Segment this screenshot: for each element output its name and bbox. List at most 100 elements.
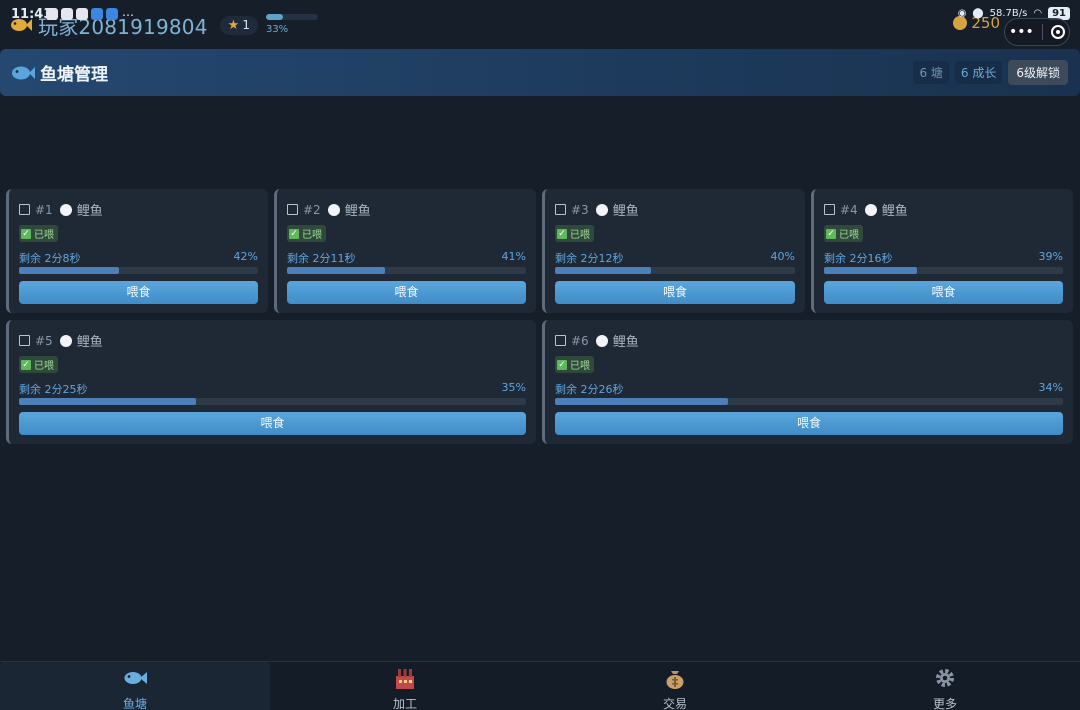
fish-name: 鲤鱼 [881, 204, 908, 219]
growth-progress-fill [19, 267, 120, 274]
growth-progress-bar [19, 398, 526, 405]
growth-progress-fill [555, 267, 651, 274]
close-target-button[interactable] [1050, 25, 1065, 39]
check-icon: ✓ [289, 228, 299, 239]
pond-card-header: #3 鲤鱼 [555, 200, 639, 219]
pond-card-header: #1 鲤鱼 [19, 200, 103, 219]
nav-label: 更多 [932, 697, 957, 710]
fish-name: 鲤鱼 [612, 335, 639, 350]
pond-number: #5 [35, 333, 53, 348]
fed-status-badge: ✓ 已喂 [824, 225, 863, 242]
pond-number: #4 [840, 202, 858, 217]
fish-indicator-icon [595, 203, 608, 216]
pond-card[interactable]: #1 鲤鱼 ✓ 已喂 剩余 2分8秒 42% 喂食 [6, 189, 268, 313]
pond-number: #3 [571, 202, 589, 217]
growth-percent: 34% [1038, 381, 1063, 394]
pond-card[interactable]: #3 鲤鱼 ✓ 已喂 剩余 2分12秒 40% 喂食 [542, 189, 805, 313]
pond-number: #2 [303, 202, 321, 217]
growth-percent: 40% [770, 250, 795, 263]
pond-select-checkbox[interactable] [19, 204, 30, 215]
nav-item-processing[interactable]: 加工 [270, 662, 540, 710]
pond-card[interactable]: #6 鲤鱼 ✓ 已喂 剩余 2分26秒 34% 喂食 [542, 320, 1073, 444]
check-icon: ✓ [557, 359, 567, 370]
fish-indicator-icon [327, 203, 340, 216]
growth-percent: 39% [1038, 250, 1063, 263]
fish-indicator-icon [864, 203, 877, 216]
fish-name: 鲤鱼 [612, 204, 639, 219]
pond-number: #6 [571, 333, 589, 348]
growth-percent: 35% [501, 381, 526, 394]
app-notification-icon [61, 8, 73, 20]
fed-status-text: 已喂 [570, 361, 590, 372]
growth-progress-fill [19, 398, 197, 405]
growth-progress-fill [287, 267, 385, 274]
feed-button[interactable]: 喂食 [555, 281, 795, 304]
pond-card[interactable]: #5 鲤鱼 ✓ 已喂 剩余 2分25秒 35% 喂食 [6, 320, 536, 444]
pond-number: #1 [35, 202, 53, 217]
growth-progress-bar [555, 398, 1063, 405]
app-root: 玩家2081919804 ★ 1 33% 250 11:43 … ◉ ⬤ 58.… [0, 0, 1080, 710]
fed-status-text: 已喂 [570, 230, 590, 241]
remaining-time: 剩余 2分8秒 [19, 252, 81, 265]
feed-button[interactable]: 喂食 [824, 281, 1063, 304]
bottom-navigation: 鱼塘 加工 交易 更多 [0, 661, 1080, 710]
nav-item-trade[interactable]: 交易 [540, 662, 810, 710]
growth-progress-bar [555, 267, 795, 274]
feed-button[interactable]: 喂食 [287, 281, 526, 304]
money-bag-icon [666, 671, 684, 689]
app-notification-icon [46, 8, 58, 20]
nav-item-fishpond[interactable]: 鱼塘 [0, 662, 270, 710]
feed-button[interactable]: 喂食 [555, 412, 1063, 435]
location-icon: ⬤ [972, 8, 984, 19]
fish-indicator-icon [59, 203, 72, 216]
check-icon: ✓ [826, 228, 836, 239]
growth-percent: 42% [233, 250, 258, 263]
pond-card-header: #6 鲤鱼 [555, 331, 639, 350]
check-icon: ✓ [21, 228, 31, 239]
remaining-time: 剩余 2分11秒 [287, 252, 356, 265]
mini-program-capsule: ••• [1004, 18, 1070, 46]
pond-select-checkbox[interactable] [555, 204, 566, 215]
check-icon: ✓ [557, 228, 567, 239]
pond-select-checkbox[interactable] [19, 335, 30, 346]
fish-indicator-icon [595, 334, 608, 347]
app-notification-icon [106, 8, 118, 20]
fish-indicator-icon [59, 334, 72, 347]
fish-name: 鲤鱼 [76, 335, 103, 350]
fed-status-text: 已喂 [34, 230, 54, 241]
feed-button[interactable]: 喂食 [19, 412, 526, 435]
remaining-time: 剩余 2分25秒 [19, 383, 88, 396]
fed-status-badge: ✓ 已喂 [287, 225, 326, 242]
fed-status-badge: ✓ 已喂 [19, 356, 58, 373]
page-title-bar: 鱼塘管理 6 塘 6 成长 6级解锁 [0, 49, 1080, 96]
pond-select-checkbox[interactable] [824, 204, 835, 215]
nav-item-more[interactable]: 更多 [810, 662, 1080, 710]
nav-label: 加工 [392, 697, 417, 710]
remaining-time: 剩余 2分16秒 [824, 252, 893, 265]
more-button[interactable]: ••• [1009, 24, 1034, 40]
fish-name: 鲤鱼 [344, 204, 371, 219]
remaining-time: 剩余 2分26秒 [555, 383, 624, 396]
feed-button[interactable]: 喂食 [19, 281, 258, 304]
pond-select-checkbox[interactable] [555, 335, 566, 346]
status-bar: 11:43 … ◉ ⬤ 58.7B/s ◠ 91 [0, 0, 1080, 30]
title-tags: 6 塘 6 成长 6级解锁 [913, 60, 1068, 85]
unlock-button[interactable]: 6级解锁 [1008, 60, 1068, 85]
growth-progress-fill [555, 398, 728, 405]
app-notification-icon [91, 8, 103, 20]
fed-status-text: 已喂 [34, 361, 54, 372]
nav-label: 交易 [662, 697, 687, 710]
remaining-time: 剩余 2分12秒 [555, 252, 624, 265]
pond-card[interactable]: #2 鲤鱼 ✓ 已喂 剩余 2分11秒 41% 喂食 [274, 189, 536, 313]
fed-status-badge: ✓ 已喂 [555, 356, 594, 373]
pond-card-header: #5 鲤鱼 [19, 331, 103, 350]
capsule-divider [1041, 24, 1043, 40]
ponds-count-tag: 6 塘 [913, 61, 949, 84]
fed-status-text: 已喂 [302, 230, 322, 241]
growth-progress-bar [19, 267, 258, 274]
pond-select-checkbox[interactable] [287, 204, 298, 215]
growth-percent: 41% [501, 250, 526, 263]
fish-icon [12, 66, 35, 79]
fish-icon [124, 672, 147, 684]
pond-card[interactable]: #4 鲤鱼 ✓ 已喂 剩余 2分16秒 39% 喂食 [811, 189, 1073, 313]
